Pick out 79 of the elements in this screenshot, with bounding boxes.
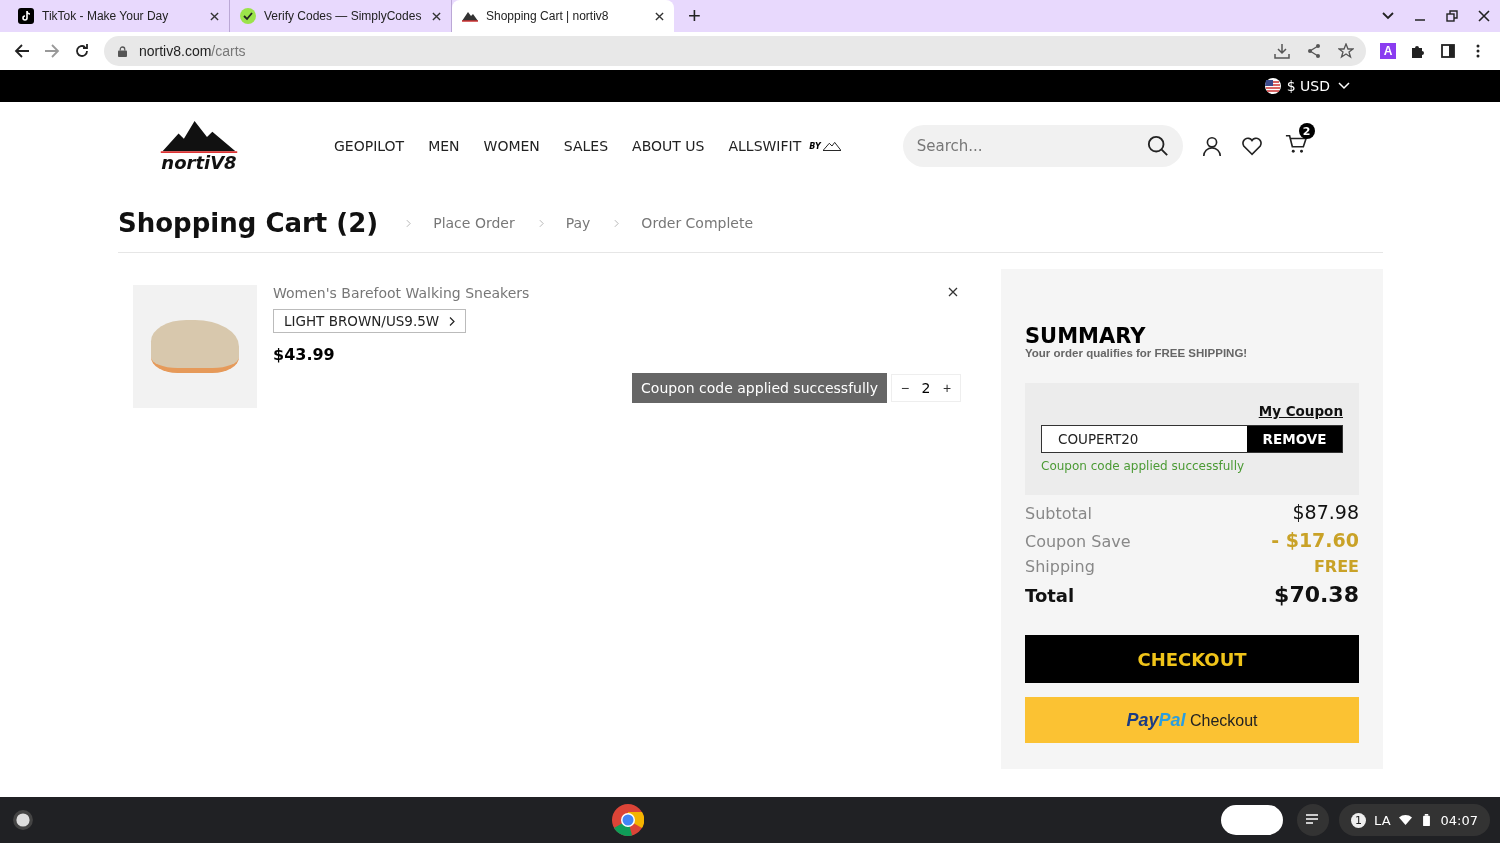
summary-label: Total (1025, 585, 1075, 606)
clock-time: 04:07 (1440, 812, 1478, 828)
mountain-icon (822, 141, 841, 151)
increase-button[interactable]: + (934, 379, 960, 397)
lock-icon (118, 45, 127, 57)
launcher-icon[interactable] (12, 809, 34, 831)
nav-link[interactable]: WOMEN (483, 138, 540, 154)
checkout-step: Place Order (433, 215, 515, 231)
close-icon[interactable] (948, 287, 958, 297)
chevron-right-icon (614, 218, 620, 228)
address-bar[interactable]: nortiv8.com/carts (104, 36, 1366, 66)
coupon-success-message: Coupon code applied successfully (1041, 459, 1246, 473)
playlist-icon[interactable] (1297, 804, 1330, 836)
flag-icon (1264, 78, 1281, 94)
summary-label: Shipping (1025, 557, 1095, 576)
browser-tab[interactable]: Shopping Cart | nortiv8 (452, 0, 674, 32)
close-icon[interactable] (432, 11, 441, 21)
summary-value: FREE (1313, 557, 1359, 576)
checkout-step: Order Complete (641, 215, 754, 231)
side-panel-icon[interactable] (1440, 43, 1456, 59)
summary-value: $70.38 (1274, 582, 1359, 607)
close-icon[interactable] (1478, 10, 1490, 22)
cart-icon[interactable] (1284, 133, 1307, 155)
search-icon[interactable] (1146, 135, 1169, 157)
chevron-down-icon (1338, 82, 1350, 90)
new-tab-button[interactable]: + (682, 3, 707, 29)
browser-app-icon[interactable] (611, 804, 644, 836)
wifi-icon (1398, 814, 1412, 826)
page-title: Shopping Cart (2) (118, 208, 379, 238)
decrease-button[interactable]: − (892, 379, 918, 397)
search-field[interactable]: Search... (902, 125, 1183, 167)
star-icon[interactable] (1338, 43, 1354, 59)
summary-title: SUMMARY (1025, 325, 1147, 347)
close-icon[interactable] (655, 11, 664, 21)
paypal-checkout-button[interactable]: PayPal Checkout (1025, 697, 1359, 743)
nav-link[interactable]: MEN (428, 138, 460, 154)
url-text: nortiv8.com/carts (139, 43, 246, 59)
back-arrow-icon[interactable] (14, 43, 30, 59)
summary-label: Coupon Save (1025, 532, 1131, 551)
status-area[interactable]: 1 LA 04:07 (1339, 804, 1490, 836)
product-price: $43.99 (273, 345, 335, 364)
nav-link[interactable]: GEOPILOT (334, 138, 405, 154)
music-note-icon (18, 8, 34, 24)
share-icon[interactable] (1306, 43, 1322, 59)
mountain-logo-icon (159, 120, 239, 154)
brand-tag: BY (809, 141, 821, 151)
input-method-label: LA (1374, 812, 1391, 828)
summary-label: Subtotal (1025, 504, 1093, 523)
nav-link[interactable]: SALES (563, 138, 609, 154)
extension-button[interactable]: A (1380, 43, 1396, 59)
close-icon[interactable] (210, 11, 219, 21)
heart-icon[interactable] (1240, 135, 1263, 157)
product-name[interactable]: Women's Barefoot Walking Sneakers (273, 285, 530, 301)
nav-link[interactable]: ABOUT US (632, 138, 705, 154)
variant-selector[interactable]: LIGHT BROWN/US9.5W (273, 309, 467, 333)
chevron-right-icon (538, 218, 544, 228)
toast-message: Coupon code applied successfully (632, 373, 887, 403)
free-shipping-note: Your order qualifies for FREE SHIPPING! (1025, 347, 1249, 359)
user-icon[interactable] (1200, 135, 1223, 157)
restore-icon[interactable] (1446, 10, 1458, 22)
chevron-right-icon (449, 315, 456, 327)
summary-value: $87.98 (1292, 501, 1359, 523)
currency-selector[interactable]: $ USD (1286, 78, 1350, 94)
nav-link[interactable]: ALLSWIFIT (728, 138, 802, 154)
logo-text[interactable]: nortiV8 (161, 154, 237, 172)
forward-arrow-icon[interactable] (44, 43, 60, 59)
checkout-button[interactable]: CHECKOUT (1025, 635, 1359, 683)
my-coupon-link[interactable]: My Coupon (1258, 403, 1343, 419)
puzzle-icon[interactable] (1410, 43, 1426, 59)
cart-count-badge: 2 (1298, 123, 1315, 139)
reload-icon[interactable] (74, 43, 90, 59)
quantity-value: 2 (920, 380, 932, 396)
check-icon (240, 8, 256, 24)
checkout-step: Pay (565, 215, 591, 231)
chevron-right-icon (406, 218, 412, 228)
notification-count: 1 (1351, 812, 1367, 828)
chevron-down-icon[interactable] (1382, 10, 1394, 22)
summary-value: - $17.60 (1271, 529, 1359, 551)
install-icon[interactable] (1274, 43, 1290, 59)
